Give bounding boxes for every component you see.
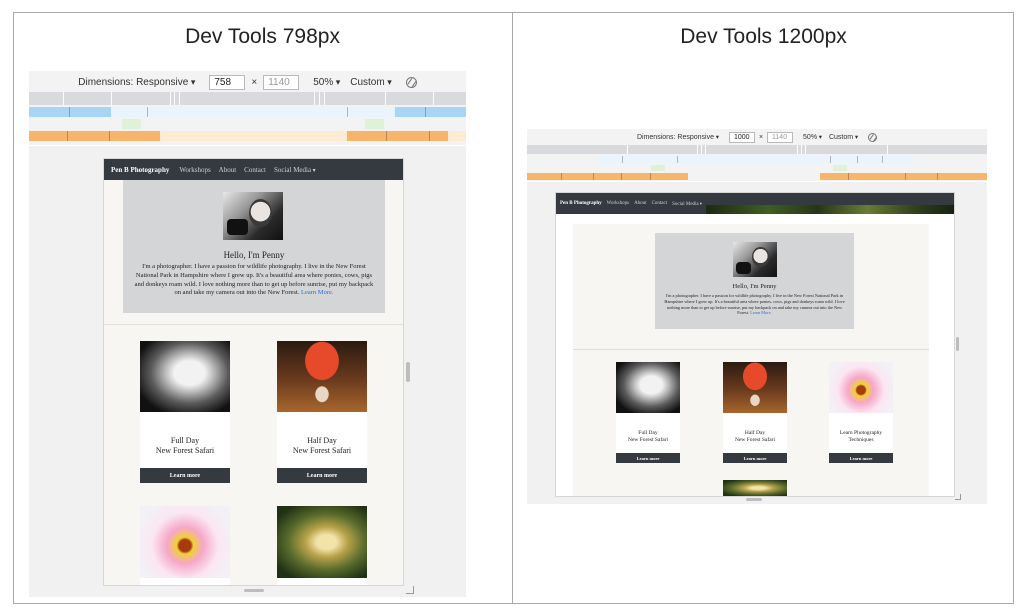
- card-caption: Half Day New Forest Safari: [734, 430, 776, 443]
- media-query-min-max-bar[interactable]: [29, 119, 466, 129]
- nav-social-media[interactable]: Social Media: [274, 166, 316, 174]
- nav-contact[interactable]: Contact: [244, 166, 266, 174]
- header-banner-photo: [706, 205, 954, 214]
- nav-social-media[interactable]: Social Media: [672, 201, 702, 207]
- hero-text: I'm a photographer. I have a passion for…: [134, 263, 374, 297]
- times-sign: ×: [251, 77, 258, 88]
- width-input[interactable]: 758: [209, 75, 246, 90]
- right-resize-corner[interactable]: [955, 494, 961, 500]
- horse-photo: [616, 362, 680, 413]
- learn-more-link[interactable]: Learn More.: [301, 289, 333, 296]
- learn-more-link[interactable]: Learn More.: [750, 310, 771, 315]
- media-query-min-width-bar[interactable]: [29, 131, 466, 141]
- section-divider: [573, 349, 929, 350]
- hero-text: I'm a photographer. I have a passion for…: [664, 293, 845, 316]
- throttle-dropdown[interactable]: Custom: [350, 77, 391, 88]
- site-navbar: Pen B Photography Workshops About Contac…: [104, 159, 403, 180]
- right-panel-title: Dev Tools 1200px: [680, 25, 847, 48]
- width-input[interactable]: 1000: [728, 132, 755, 143]
- card-half-day: Half Day New Forest Safari Learn more: [723, 362, 787, 463]
- nav-workshops[interactable]: Workshops: [607, 201, 629, 206]
- card-techniques: Learn Photography Techniques Learn more: [829, 362, 893, 463]
- card-half-day: Half Day New Forest Safari Learn more: [277, 341, 367, 483]
- hero-jumbotron: Hello, I'm Penny I'm a photographer. I h…: [123, 180, 385, 313]
- section-divider: [104, 324, 403, 325]
- card-caption: Learn Photography Techniques: [839, 430, 883, 443]
- card-full-day: Full Day New Forest Safari Learn more: [616, 362, 680, 463]
- nav-contact[interactable]: Contact: [652, 201, 668, 206]
- media-query-min-max-bar[interactable]: [527, 165, 987, 171]
- mushroom-photo: [277, 341, 367, 412]
- dimensions-dropdown[interactable]: Dimensions: Responsive: [78, 77, 195, 88]
- horse-photo: [140, 341, 230, 412]
- profile-photo: [223, 192, 283, 240]
- mushroom-photo: [723, 362, 787, 413]
- hero-jumbotron: Hello, I'm Penny I'm a photographer. I h…: [655, 233, 854, 329]
- left-devtools: Dimensions: Responsive 758 × 1140 50% Cu…: [29, 71, 466, 145]
- media-query-min-width-bar[interactable]: [527, 173, 987, 180]
- learn-more-button[interactable]: Learn more: [723, 453, 787, 463]
- card-caption: Full Day New Forest Safari: [627, 430, 669, 443]
- nav-workshops[interactable]: Workshops: [179, 166, 210, 174]
- left-resize-handle-bottom[interactable]: [244, 589, 264, 592]
- right-device-toolbar: Dimensions: Responsive 1000 × 1140 50% C…: [527, 130, 987, 145]
- right-resize-handle-bottom[interactable]: [746, 498, 762, 501]
- learn-more-button[interactable]: Learn more: [277, 468, 367, 483]
- dimensions-dropdown[interactable]: Dimensions: Responsive: [637, 134, 719, 141]
- forest-photo: [277, 506, 367, 578]
- forest-photo: [723, 480, 787, 496]
- rotate-icon[interactable]: [405, 77, 417, 88]
- profile-photo: [733, 242, 777, 277]
- hero-title: Hello, I'm Penny: [223, 250, 285, 260]
- left-device-toolbar: Dimensions: Responsive 758 × 1140 50% Cu…: [29, 73, 466, 92]
- panel-divider: [512, 12, 513, 604]
- card-forest: [277, 506, 367, 585]
- site-brand[interactable]: Pen B Photography: [111, 166, 169, 174]
- device-ruler[interactable]: [527, 145, 987, 154]
- left-emulated-page: Pen B Photography Workshops About Contac…: [104, 159, 403, 585]
- card-full-day: Full Day New Forest Safari Learn more: [140, 341, 230, 483]
- hero-title: Hello, I'm Penny: [732, 283, 777, 290]
- zoom-dropdown[interactable]: 50%: [803, 134, 822, 141]
- left-resize-handle-side[interactable]: [406, 362, 410, 382]
- media-query-max-width-bar[interactable]: [29, 107, 466, 117]
- card-techniques: [140, 506, 230, 585]
- learn-more-button[interactable]: Learn more: [829, 453, 893, 463]
- device-ruler[interactable]: [29, 92, 466, 105]
- right-devtools: Dimensions: Responsive 1000 × 1140 50% C…: [527, 129, 987, 181]
- left-resize-corner[interactable]: [406, 586, 414, 594]
- orchid-photo: [829, 362, 893, 413]
- rotate-icon[interactable]: [868, 133, 878, 142]
- left-panel-title: Dev Tools 798px: [185, 25, 340, 48]
- zoom-dropdown[interactable]: 50%: [313, 77, 340, 88]
- learn-more-button[interactable]: Learn more: [616, 453, 680, 463]
- right-emulated-page: Pen B Photography Workshops About Contac…: [556, 193, 954, 496]
- learn-more-button[interactable]: Learn more: [140, 468, 230, 483]
- nav-about[interactable]: About: [634, 201, 647, 206]
- orchid-photo: [140, 506, 230, 578]
- card-forest: [723, 480, 787, 496]
- nav-about[interactable]: About: [219, 166, 237, 174]
- height-input[interactable]: 1140: [263, 75, 300, 90]
- height-input[interactable]: 1140: [767, 132, 794, 143]
- card-caption: Full Day New Forest Safari: [155, 436, 215, 455]
- card-caption: Half Day New Forest Safari: [292, 436, 352, 455]
- right-resize-handle-side[interactable]: [956, 337, 959, 351]
- media-query-max-width-bar[interactable]: [527, 156, 987, 163]
- times-sign: ×: [758, 134, 764, 141]
- site-brand[interactable]: Pen B Photography: [560, 201, 602, 206]
- throttle-dropdown[interactable]: Custom: [829, 134, 858, 141]
